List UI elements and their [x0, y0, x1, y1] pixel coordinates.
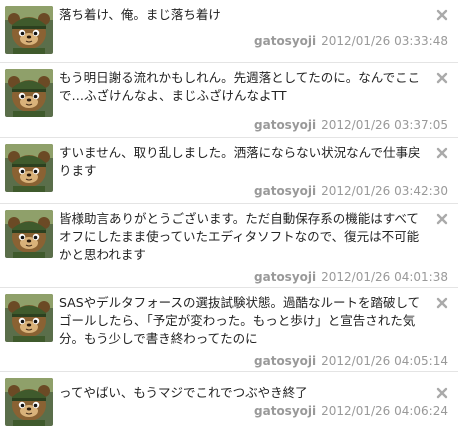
timestamp-link[interactable]: 2012/01/26 03:42:30 — [321, 184, 448, 198]
tweet-meta: gatosyoji 2012/01/26 04:06:24 — [254, 404, 448, 418]
timestamp-link[interactable]: 2012/01/26 03:33:48 — [321, 34, 448, 48]
tweet-text: SASやデルタフォースの選抜試験状態。過酷なルートを踏破してゴールしたら、「予定… — [59, 295, 421, 346]
avatar-image — [5, 69, 53, 117]
avatar-image — [5, 210, 53, 258]
tweet-feed: 落ち着け、俺。まじ落ち着け gatosyoji 2012/01/26 03:33:… — [0, 0, 458, 448]
tweet-meta: gatosyoji 2012/01/26 03:33:48 — [254, 34, 448, 48]
avatar[interactable] — [5, 294, 53, 342]
avatar-image — [5, 144, 53, 192]
close-icon[interactable] — [436, 144, 448, 159]
timestamp-link[interactable]: 2012/01/26 03:37:05 — [321, 118, 448, 132]
username-link[interactable]: gatosyoji — [254, 118, 316, 132]
close-icon[interactable] — [436, 6, 448, 21]
avatar[interactable] — [5, 378, 53, 426]
avatar[interactable] — [5, 69, 53, 117]
avatar[interactable] — [5, 210, 53, 258]
tweet-text: もう明日謝る流れかもしれん。先週落としてたのに。なんでここで…ふざけんなよ、まじ… — [59, 70, 421, 103]
username-link[interactable]: gatosyoji — [254, 184, 316, 198]
timestamp-link[interactable]: 2012/01/26 04:05:14 — [321, 354, 448, 368]
tweet-meta: gatosyoji 2012/01/26 03:42:30 — [254, 184, 448, 198]
close-icon[interactable] — [436, 210, 448, 225]
tweet-text: ってやばい、もうマジでこれでつぶやき終了 — [59, 385, 308, 400]
tweet-item: 皆様助言ありがとうございます。ただ自動保存系の機能はすべてオフにしたまま使ってい… — [0, 204, 458, 288]
avatar[interactable] — [5, 6, 53, 54]
avatar-image — [5, 294, 53, 342]
username-link[interactable]: gatosyoji — [254, 270, 316, 284]
username-link[interactable]: gatosyoji — [254, 34, 316, 48]
tweet-item: ってやばい、もうマジでこれでつぶやき終了 gatosyoji 2012/01/26… — [0, 372, 458, 448]
username-link[interactable]: gatosyoji — [254, 354, 316, 368]
tweet-meta: gatosyoji 2012/01/26 03:37:05 — [254, 118, 448, 132]
tweet-meta: gatosyoji 2012/01/26 04:01:38 — [254, 270, 448, 284]
tweet-text: すいません、取り乱しました。洒落にならない状況なんで仕事戻ります — [59, 145, 421, 178]
close-icon[interactable] — [436, 69, 448, 84]
tweet-text: 落ち着け、俺。まじ落ち着け — [59, 7, 221, 22]
username-link[interactable]: gatosyoji — [254, 404, 316, 418]
avatar[interactable] — [5, 144, 53, 192]
tweet-item: SASやデルタフォースの選抜試験状態。過酷なルートを踏破してゴールしたら、「予定… — [0, 288, 458, 372]
tweet-meta: gatosyoji 2012/01/26 04:05:14 — [254, 354, 448, 368]
timestamp-link[interactable]: 2012/01/26 04:01:38 — [321, 270, 448, 284]
tweet-item: 落ち着け、俺。まじ落ち着け gatosyoji 2012/01/26 03:33:… — [0, 0, 458, 63]
tweet-text: 皆様助言ありがとうございます。ただ自動保存系の機能はすべてオフにしたまま使ってい… — [59, 211, 420, 262]
tweet-item: もう明日謝る流れかもしれん。先週落としてたのに。なんでここで…ふざけんなよ、まじ… — [0, 63, 458, 138]
close-icon[interactable] — [436, 294, 448, 309]
timestamp-link[interactable]: 2012/01/26 04:06:24 — [321, 404, 448, 418]
avatar-image — [5, 378, 53, 426]
close-icon[interactable] — [436, 384, 448, 399]
avatar-image — [5, 6, 53, 54]
tweet-item: すいません、取り乱しました。洒落にならない状況なんで仕事戻ります gatosyo… — [0, 138, 458, 204]
